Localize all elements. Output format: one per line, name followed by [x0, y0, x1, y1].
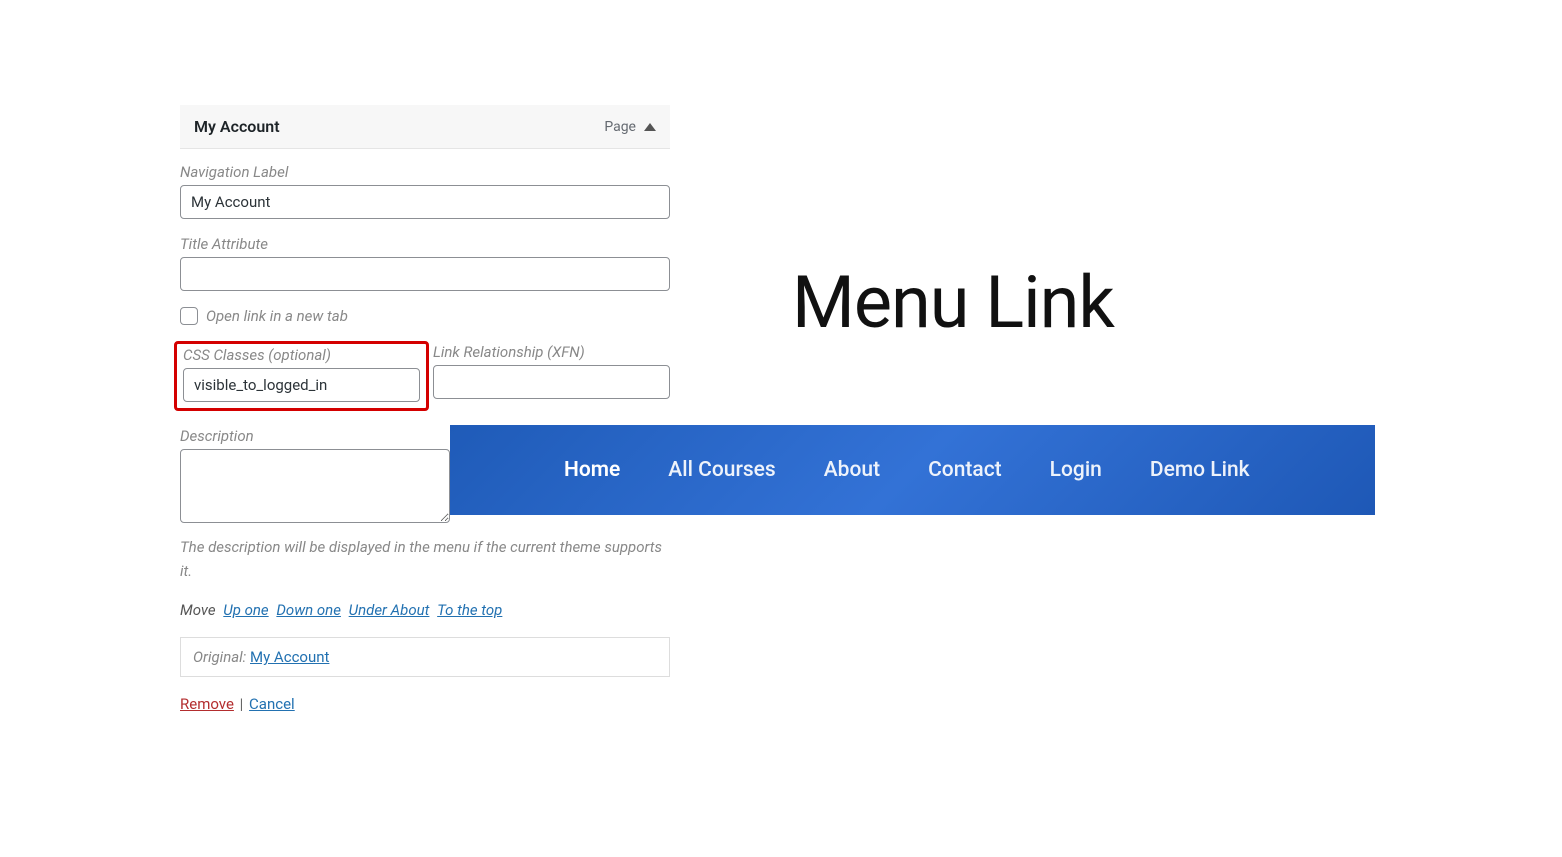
menu-item-type-label: Page — [604, 119, 636, 135]
nav-login[interactable]: Login — [1026, 458, 1126, 482]
original-link[interactable]: My Account — [250, 648, 329, 666]
css-classes-highlight: CSS Classes (optional) — [174, 341, 429, 411]
move-label: Move — [180, 601, 216, 619]
nav-demo-link[interactable]: Demo Link — [1126, 458, 1274, 482]
nav-contact[interactable]: Contact — [904, 458, 1026, 482]
new-tab-field: Open link in a new tab — [180, 307, 670, 325]
remove-cancel-row: Remove | Cancel — [180, 695, 670, 713]
original-box: Original: My Account — [180, 637, 670, 677]
original-label: Original: — [193, 648, 246, 666]
title-attribute-input[interactable] — [180, 257, 670, 291]
collapse-icon[interactable] — [644, 123, 656, 131]
move-to-top[interactable]: To the top — [437, 601, 502, 619]
new-tab-label: Open link in a new tab — [206, 307, 348, 325]
move-under-about[interactable]: Under About — [349, 601, 430, 619]
xfn-field: Link Relationship (XFN) — [433, 341, 670, 411]
xfn-input[interactable] — [433, 365, 670, 399]
css-classes-input[interactable] — [183, 368, 420, 402]
css-xfn-row: CSS Classes (optional) Link Relationship… — [180, 341, 670, 411]
css-classes-label: CSS Classes (optional) — [183, 346, 420, 364]
navigation-label-label: Navigation Label — [180, 163, 670, 181]
nav-home[interactable]: Home — [540, 458, 644, 482]
navigation-label-field: Navigation Label — [180, 163, 670, 219]
separator: | — [240, 695, 247, 713]
xfn-label: Link Relationship (XFN) — [433, 343, 670, 361]
move-down-one[interactable]: Down one — [276, 601, 341, 619]
nav-about[interactable]: About — [800, 458, 904, 482]
description-help: The description will be displayed in the… — [180, 535, 670, 583]
remove-link[interactable]: Remove — [180, 695, 234, 713]
new-tab-checkbox[interactable] — [180, 307, 198, 325]
menu-item-title: My Account — [194, 117, 280, 136]
menu-item-type: Page — [604, 119, 656, 135]
cancel-link[interactable]: Cancel — [249, 695, 295, 713]
menu-item-panel: My Account Page Navigation Label Title A… — [180, 105, 670, 727]
move-row: Move Up one Down one Under About To the … — [180, 601, 670, 619]
description-textarea[interactable] — [180, 449, 450, 523]
preview-navbar: Home All Courses About Contact Login Dem… — [450, 425, 1375, 515]
title-attribute-label: Title Attribute — [180, 235, 670, 253]
move-up-one[interactable]: Up one — [223, 601, 268, 619]
nav-all-courses[interactable]: All Courses — [644, 458, 799, 482]
title-attribute-field: Title Attribute — [180, 235, 670, 291]
menu-item-header[interactable]: My Account Page — [180, 105, 670, 149]
annotation-title: Menu Link — [792, 260, 1114, 345]
navigation-label-input[interactable] — [180, 185, 670, 219]
